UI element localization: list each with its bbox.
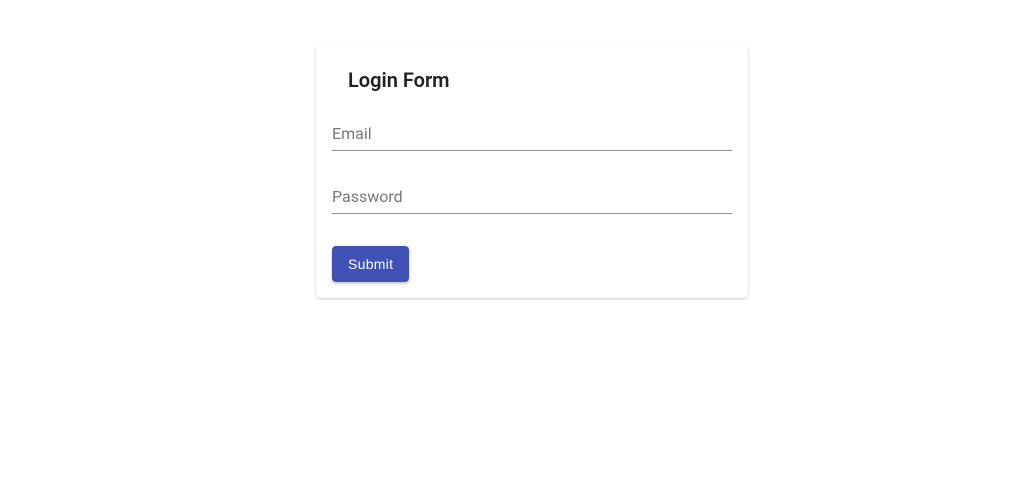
email-input[interactable] bbox=[332, 120, 732, 151]
submit-button[interactable]: Submit bbox=[332, 246, 409, 282]
form-title: Login Form bbox=[332, 60, 732, 92]
login-form-card: Login Form Email Password Submit bbox=[316, 44, 748, 298]
password-field-wrapper: Password bbox=[332, 183, 732, 214]
email-field-wrapper: Email bbox=[332, 120, 732, 151]
password-input[interactable] bbox=[332, 183, 732, 214]
